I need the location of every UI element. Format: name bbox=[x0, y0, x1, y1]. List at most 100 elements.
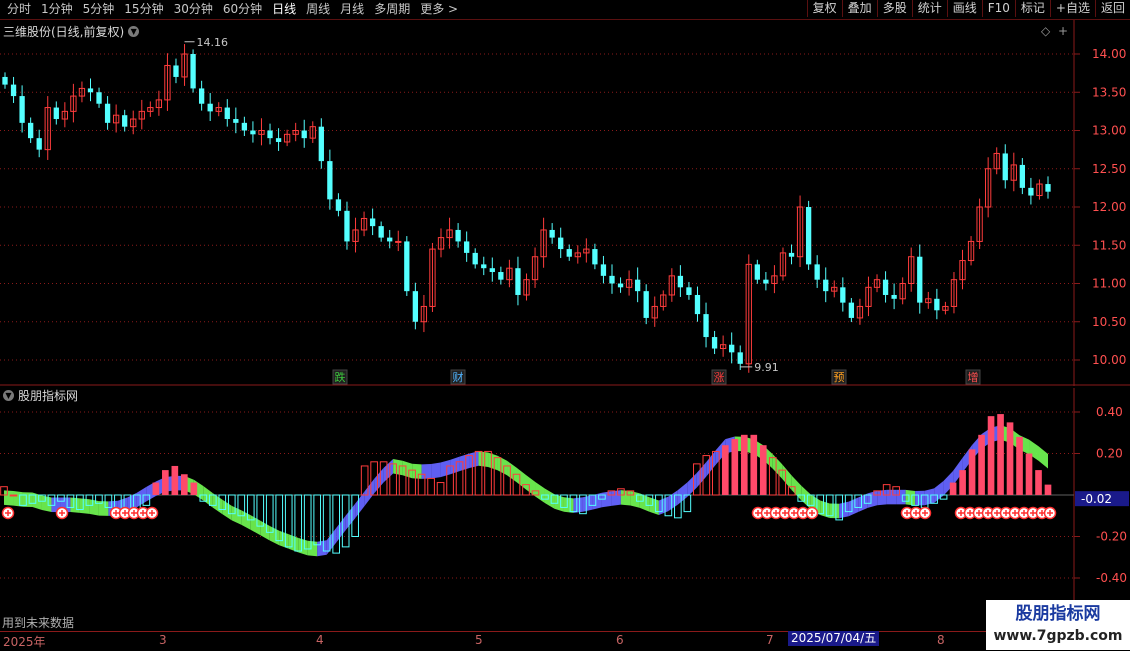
candle-body-down bbox=[404, 241, 410, 292]
action-buttons: 复权 叠加 多股 统计 画线 F10 标记 +自选 返回 bbox=[806, 0, 1130, 19]
candle-body-down bbox=[1028, 187, 1034, 196]
chart-title: 三维股份(日线,前复权) ▼ bbox=[3, 23, 140, 40]
candle-body-down bbox=[1019, 164, 1026, 188]
candle-body-down bbox=[327, 161, 333, 200]
ribbon-segment bbox=[440, 459, 451, 478]
toolbar-button[interactable]: 叠加 bbox=[841, 0, 877, 17]
candle-body-down bbox=[917, 256, 923, 303]
period-tab[interactable]: 日线 bbox=[267, 0, 301, 19]
period-tab[interactable]: 15分钟 bbox=[119, 0, 168, 19]
chevron-down-icon[interactable]: ▼ bbox=[3, 390, 14, 401]
period-tab[interactable]: 60分钟 bbox=[218, 0, 267, 19]
price-tick-label: 14.00 bbox=[1092, 47, 1126, 61]
candle-body-down bbox=[677, 275, 684, 288]
toolbar-button[interactable]: 多股 bbox=[876, 0, 912, 17]
stock-title: 三维股份(日线,前复权) bbox=[3, 25, 125, 39]
candle-body-down bbox=[472, 252, 478, 265]
price-tick-label: 11.00 bbox=[1092, 277, 1126, 291]
cursor-date-label: 2025/07/04/五 bbox=[788, 631, 880, 646]
indicator-name: 股朋指标网 bbox=[18, 389, 79, 403]
histogram-bar-pos bbox=[759, 445, 767, 495]
month-label: 8 bbox=[937, 633, 945, 647]
toolbar-button[interactable]: +自选 bbox=[1049, 0, 1095, 17]
price-tick-label: 12.00 bbox=[1092, 200, 1126, 214]
candle-body-down bbox=[27, 122, 34, 139]
ribbon-segment bbox=[336, 515, 346, 543]
candle-body-down bbox=[729, 344, 735, 353]
diamond-icon[interactable]: ◇ bbox=[1041, 24, 1050, 38]
period-tab[interactable]: 分时 bbox=[2, 0, 36, 19]
candle-body-down bbox=[19, 96, 25, 123]
toolbar-button[interactable]: 画线 bbox=[946, 0, 982, 17]
ribbon-segment bbox=[858, 493, 868, 513]
candle-body-down bbox=[1045, 184, 1051, 192]
histogram-bar-pos bbox=[949, 482, 957, 495]
ribbon-segment bbox=[915, 490, 925, 506]
event-marker-text: 财 bbox=[453, 370, 464, 384]
ribbon-segment bbox=[260, 520, 270, 541]
toolbar-button[interactable]: 统计 bbox=[911, 0, 947, 17]
histogram-bar-pos bbox=[190, 482, 198, 495]
ribbon-segment bbox=[70, 497, 80, 513]
indicator-chart[interactable]: 0.40 0.20 -0.20 -0.40 -0.02 bbox=[0, 388, 1130, 630]
period-tab[interactable]: 30分钟 bbox=[169, 0, 218, 19]
candle-body-up bbox=[395, 240, 402, 243]
indicator-tick-label: -0.40 bbox=[1096, 571, 1127, 585]
period-tab[interactable]: 5分钟 bbox=[78, 0, 120, 19]
candle-body-down bbox=[1002, 153, 1008, 181]
candle-body-down bbox=[173, 65, 179, 77]
ribbon-segment bbox=[791, 475, 802, 501]
candle-body-down bbox=[609, 275, 615, 284]
period-tab[interactable]: 更多 > bbox=[415, 0, 463, 19]
ribbon-segment bbox=[269, 525, 280, 546]
add-icon[interactable]: + bbox=[1058, 24, 1068, 38]
toolbar-button[interactable]: F10 bbox=[981, 0, 1015, 17]
candle-body-down bbox=[267, 130, 273, 139]
price-tick-label: 10.00 bbox=[1092, 353, 1126, 367]
toolbar-button[interactable]: 复权 bbox=[806, 0, 842, 17]
period-tab[interactable]: 多周期 bbox=[369, 0, 415, 19]
chevron-down-icon[interactable]: ▼ bbox=[128, 26, 140, 37]
histogram-bar-pos bbox=[750, 434, 758, 495]
candle-body-down bbox=[87, 88, 94, 93]
ribbon-segment bbox=[905, 489, 916, 506]
candle-body-down bbox=[617, 283, 624, 288]
period-tab[interactable]: 1分钟 bbox=[36, 0, 78, 19]
candle-body-down bbox=[805, 207, 812, 265]
ribbon-segment bbox=[212, 493, 223, 515]
watermark-title: 股朋指标网 bbox=[1015, 604, 1101, 624]
candle-body-down bbox=[703, 314, 709, 338]
ribbon-segment bbox=[279, 530, 289, 549]
candle-body-down bbox=[763, 279, 769, 284]
event-marker-text: 增 bbox=[968, 370, 979, 384]
candle-body-down bbox=[848, 302, 855, 318]
ribbon-segment bbox=[22, 492, 33, 508]
price-tick-label: 13.50 bbox=[1092, 85, 1126, 99]
ribbon-segment bbox=[535, 482, 545, 504]
ribbon-segment bbox=[298, 537, 308, 556]
toolbar-button[interactable]: 标记 bbox=[1014, 0, 1050, 17]
period-tab[interactable]: 周线 bbox=[301, 0, 335, 19]
price-chart[interactable]: 14.00 13.50 13.00 12.50 12.00 11.50 11.00 10.50… bbox=[0, 20, 1130, 386]
event-marker-text: 跌 bbox=[335, 370, 346, 384]
ribbon-segment bbox=[412, 463, 422, 479]
histogram-bar-pos bbox=[436, 482, 445, 496]
ribbon-segment bbox=[488, 452, 498, 471]
period-tab[interactable]: 月线 bbox=[335, 0, 369, 19]
ribbon-segment bbox=[13, 491, 23, 507]
candle-body-down bbox=[10, 84, 17, 97]
indicator-tick-label: 0.40 bbox=[1096, 405, 1123, 419]
candle-body-down bbox=[934, 298, 940, 311]
ribbon-segment bbox=[469, 451, 479, 469]
candle-body-down bbox=[104, 103, 111, 123]
ribbon-segment bbox=[877, 489, 887, 506]
candle-body-down bbox=[2, 76, 8, 85]
ribbon-segment bbox=[317, 540, 327, 557]
histogram-bar-pos bbox=[968, 449, 976, 495]
ribbon-segment bbox=[706, 450, 716, 477]
ribbon-segment bbox=[611, 490, 621, 506]
ribbon-segment bbox=[677, 482, 688, 505]
toolbar-button[interactable]: 返回 bbox=[1094, 0, 1130, 17]
indicator-title: ▼ 股朋指标网 bbox=[3, 387, 78, 404]
candle-body-down bbox=[823, 279, 829, 292]
